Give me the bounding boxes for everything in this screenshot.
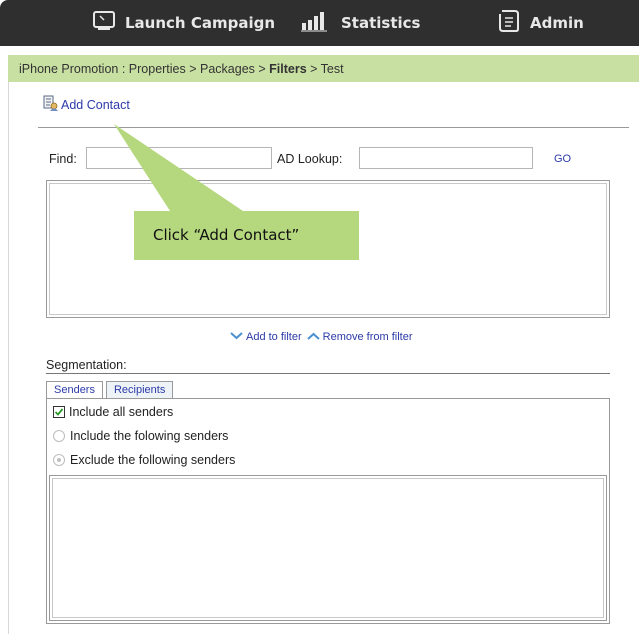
exclude-following-option[interactable]: Exclude the following senders	[53, 453, 235, 467]
segmentation-tabs: Senders Recipients	[46, 381, 176, 398]
remove-from-filter-label: Remove from filter	[322, 331, 413, 343]
nav-admin[interactable]: Admin	[498, 10, 584, 36]
document-icon	[498, 9, 520, 37]
find-label: Find:	[49, 152, 77, 166]
segmentation-divider	[46, 373, 610, 374]
nav-launch-campaign-label: Launch Campaign	[125, 14, 276, 32]
filter-actions: Add to filter Remove from filter	[230, 331, 413, 343]
find-input[interactable]	[86, 147, 272, 169]
include-all-label: Include all senders	[69, 405, 174, 419]
include-all-senders-option[interactable]: Include all senders	[53, 405, 173, 419]
monitor-icon	[93, 11, 115, 35]
exclude-following-label: Exclude the following senders	[70, 453, 236, 467]
nav-statistics-label: Statistics	[341, 14, 421, 32]
segmentation-title: Segmentation:	[46, 358, 127, 372]
senders-list[interactable]	[49, 475, 607, 621]
ad-lookup-label: AD Lookup:	[277, 152, 343, 166]
remove-from-filter-button[interactable]: Remove from filter	[306, 331, 413, 343]
add-contact-button[interactable]: Add Contact	[42, 95, 130, 115]
tab-recipients[interactable]: Recipients	[105, 381, 174, 398]
ad-lookup-input[interactable]	[359, 147, 533, 169]
nav-statistics[interactable]: Statistics	[301, 10, 420, 36]
go-button[interactable]: GO	[554, 153, 571, 165]
breadcrumb-text: iPhone Promotion : Properties > Packages…	[19, 62, 344, 76]
chevron-down-icon	[230, 331, 243, 343]
include-following-option[interactable]: Include the folowing senders	[53, 429, 228, 443]
add-to-filter-button[interactable]: Add to filter	[230, 331, 302, 343]
add-to-filter-label: Add to filter	[246, 331, 302, 343]
breadcrumb-current: Filters	[269, 62, 307, 76]
breadcrumb-path[interactable]: iPhone Promotion : Properties > Packages…	[19, 62, 269, 76]
exclude-following-radio[interactable]	[53, 454, 65, 466]
callout-box: Click “Add Contact”	[134, 211, 359, 260]
include-following-radio[interactable]	[53, 430, 65, 442]
breadcrumb-tail: > Test	[306, 62, 344, 76]
add-contact-icon	[42, 95, 60, 115]
include-following-label: Include the folowing senders	[70, 429, 229, 443]
chevron-up-icon	[306, 331, 320, 343]
top-navigation-bar: Launch Campaign Statistics Admin	[0, 0, 639, 46]
breadcrumb: iPhone Promotion : Properties > Packages…	[8, 55, 639, 82]
divider	[38, 127, 629, 128]
search-row: Find: AD Lookup: GO	[46, 147, 626, 173]
nav-admin-label: Admin	[530, 14, 584, 32]
callout-text: Click “Add Contact”	[153, 226, 300, 244]
add-contact-label: Add Contact	[61, 98, 130, 112]
include-all-checkbox[interactable]	[53, 406, 65, 418]
senders-panel: Include all senders Include the folowing…	[46, 398, 610, 624]
bar-chart-icon	[301, 10, 331, 36]
tab-senders[interactable]: Senders	[46, 381, 103, 398]
left-border	[8, 55, 9, 634]
nav-launch-campaign[interactable]: Launch Campaign	[93, 10, 275, 36]
